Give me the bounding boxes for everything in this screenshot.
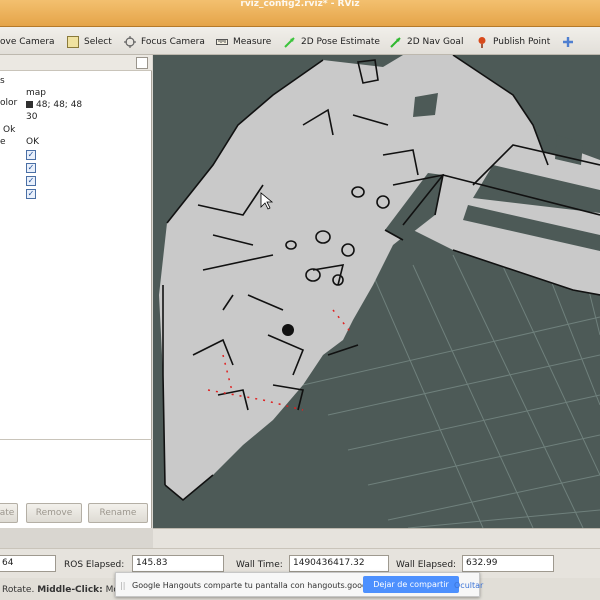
- add-tool-plus-icon: [563, 37, 573, 47]
- viewport-bottom-bar: [153, 528, 600, 548]
- display-enabled-checkbox[interactable]: ✓: [26, 176, 36, 186]
- publish-point-pin-icon: [478, 37, 486, 48]
- ros-time-field[interactable]: 64: [0, 555, 56, 572]
- color-value: 48; 48; 48: [36, 100, 83, 110]
- publish-point-tool[interactable]: Publish Point: [476, 34, 550, 50]
- display-enabled-checkbox[interactable]: ✓: [26, 189, 36, 199]
- wall-elapsed-field[interactable]: 632.99: [462, 555, 554, 572]
- ros-elapsed-field[interactable]: 145.83: [132, 555, 224, 572]
- screen-share-notification: || Google Hangouts comparte tu pantalla …: [115, 572, 483, 597]
- measure-label: Measure: [233, 37, 272, 47]
- focus-camera-label: Focus Camera: [141, 37, 205, 47]
- select-icon: [67, 36, 79, 48]
- tools-toolbar: ove Camera Select Focus Camera Measure 2…: [0, 27, 600, 55]
- hide-link[interactable]: Ocultar: [454, 581, 483, 590]
- pose-estimate-tool[interactable]: 2D Pose Estimate: [284, 34, 380, 50]
- robot-marker: [282, 324, 294, 336]
- notification-message: Google Hangouts comparte tu pantalla con…: [132, 581, 397, 590]
- title-bar: rviz_config2.rviz* - RViz: [0, 0, 600, 27]
- window-title: rviz_config2.rviz* - RViz: [240, 0, 360, 9]
- measure-tool[interactable]: Measure: [216, 34, 271, 50]
- display-enabled-checkbox[interactable]: ✓: [26, 150, 36, 160]
- status-prefix: Rotate.: [2, 585, 35, 595]
- remove-display-button[interactable]: Remove: [26, 503, 82, 523]
- property-value[interactable]: 30: [26, 112, 37, 122]
- property-value[interactable]: map: [26, 88, 46, 98]
- select-label: Select: [84, 37, 112, 47]
- occupancy-map[interactable]: [153, 55, 600, 528]
- measure-icon: [216, 39, 228, 45]
- focus-camera-icon: [124, 36, 136, 48]
- status-bold: Middle-Click:: [37, 585, 103, 595]
- stop-sharing-button[interactable]: Dejar de compartir: [363, 576, 459, 593]
- panel-divider: [0, 439, 152, 440]
- wall-time-field[interactable]: 1490436417.32: [289, 555, 389, 572]
- nav-goal-tool[interactable]: 2D Nav Goal: [390, 34, 463, 50]
- render-viewport[interactable]: [153, 55, 600, 528]
- nav-goal-label: 2D Nav Goal: [407, 37, 464, 47]
- displays-panel: s olor map 48; 48; 48 30 Ok e OK ✓ ✓ ✓ ✓…: [0, 55, 152, 528]
- property-name: olor: [0, 98, 18, 108]
- property-name: e: [0, 137, 6, 147]
- wall-time-label: Wall Time:: [236, 560, 283, 570]
- publish-point-label: Publish Point: [493, 37, 551, 47]
- nav-goal-arrow-icon: [390, 37, 401, 48]
- rename-display-button[interactable]: Rename: [88, 503, 148, 523]
- panel-float-button[interactable]: [136, 57, 148, 69]
- add-display-button[interactable]: ate: [0, 503, 18, 523]
- display-enabled-checkbox[interactable]: ✓: [26, 163, 36, 173]
- property-name: s: [0, 76, 5, 86]
- status-text: Rotate. Middle-Click: Mo: [2, 585, 119, 595]
- color-swatch: [26, 101, 33, 108]
- add-tool-button[interactable]: [562, 34, 579, 50]
- pose-estimate-label: 2D Pose Estimate: [301, 37, 380, 47]
- drag-grip-icon[interactable]: ||: [120, 581, 125, 590]
- focus-camera-tool[interactable]: Focus Camera: [124, 34, 205, 50]
- displays-panel-header: [0, 55, 152, 71]
- wall-elapsed-label: Wall Elapsed:: [396, 560, 457, 570]
- move-camera-tool[interactable]: ove Camera: [0, 34, 55, 50]
- move-camera-label: ove Camera: [0, 37, 55, 47]
- status-ok-label: Ok: [3, 125, 16, 135]
- select-tool[interactable]: Select: [67, 34, 112, 50]
- status-value: OK: [26, 137, 39, 147]
- ros-elapsed-label: ROS Elapsed:: [64, 560, 125, 570]
- pose-estimate-arrow-icon: [284, 37, 295, 48]
- color-property-value[interactable]: 48; 48; 48: [26, 100, 82, 110]
